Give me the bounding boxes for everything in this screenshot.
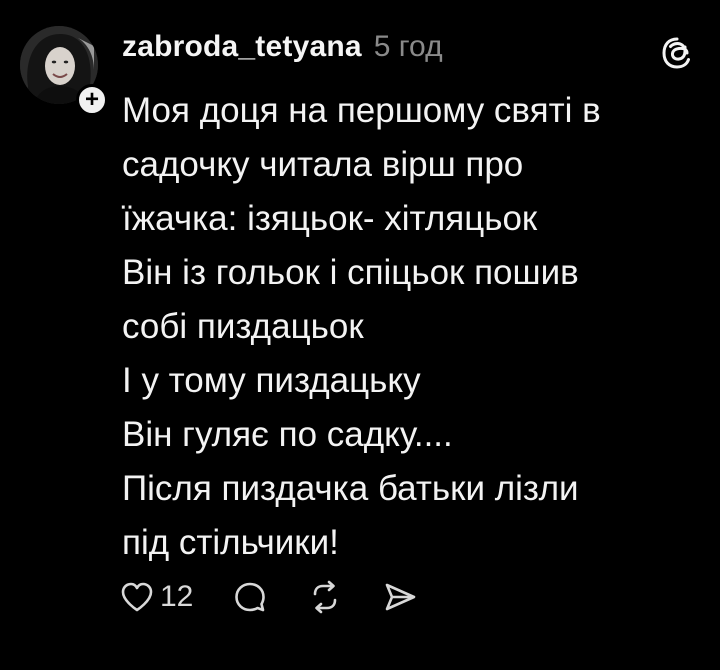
username[interactable]: zabroda_tetyana — [122, 30, 362, 64]
post-text-line: Моя доця на першому святі в — [122, 91, 601, 130]
post-text-line: І у тому пиздацьку — [122, 361, 421, 400]
post-text-line: собі пиздацьок — [122, 307, 364, 346]
post-text-line: Він із гольок і спіцьок пошив — [122, 253, 579, 292]
post-text-line: садочку читала вірш про — [122, 145, 524, 184]
post-text-line: їжачка: ізяцьок- хітляцьок — [122, 199, 538, 238]
post-header: zabroda_tetyana 5 год — [122, 30, 443, 64]
threads-logo-icon[interactable] — [660, 36, 694, 70]
comment-icon — [233, 580, 267, 614]
follow-button[interactable]: + — [76, 84, 108, 116]
threads-post: + zabroda_tetyana 5 год Моя доця на перш… — [0, 0, 720, 670]
repost-button[interactable] — [307, 580, 343, 614]
share-button[interactable] — [383, 580, 417, 614]
action-bar: 12 — [120, 580, 457, 614]
repost-icon — [307, 580, 343, 614]
post-body: Моя доця на першому святі в садочку чита… — [122, 84, 702, 570]
share-icon — [383, 580, 417, 614]
heart-icon — [120, 581, 154, 613]
post-text-line: Після пиздачка батьки лізли — [122, 469, 579, 508]
like-count: 12 — [160, 580, 194, 613]
plus-icon: + — [84, 86, 99, 113]
like-button[interactable]: 12 — [120, 580, 193, 614]
post-text-line: під стільчики! — [122, 523, 339, 562]
timestamp[interactable]: 5 год — [374, 30, 443, 64]
comment-button[interactable] — [233, 580, 267, 614]
post-text-line: Він гуляє по садку.... — [122, 415, 453, 454]
